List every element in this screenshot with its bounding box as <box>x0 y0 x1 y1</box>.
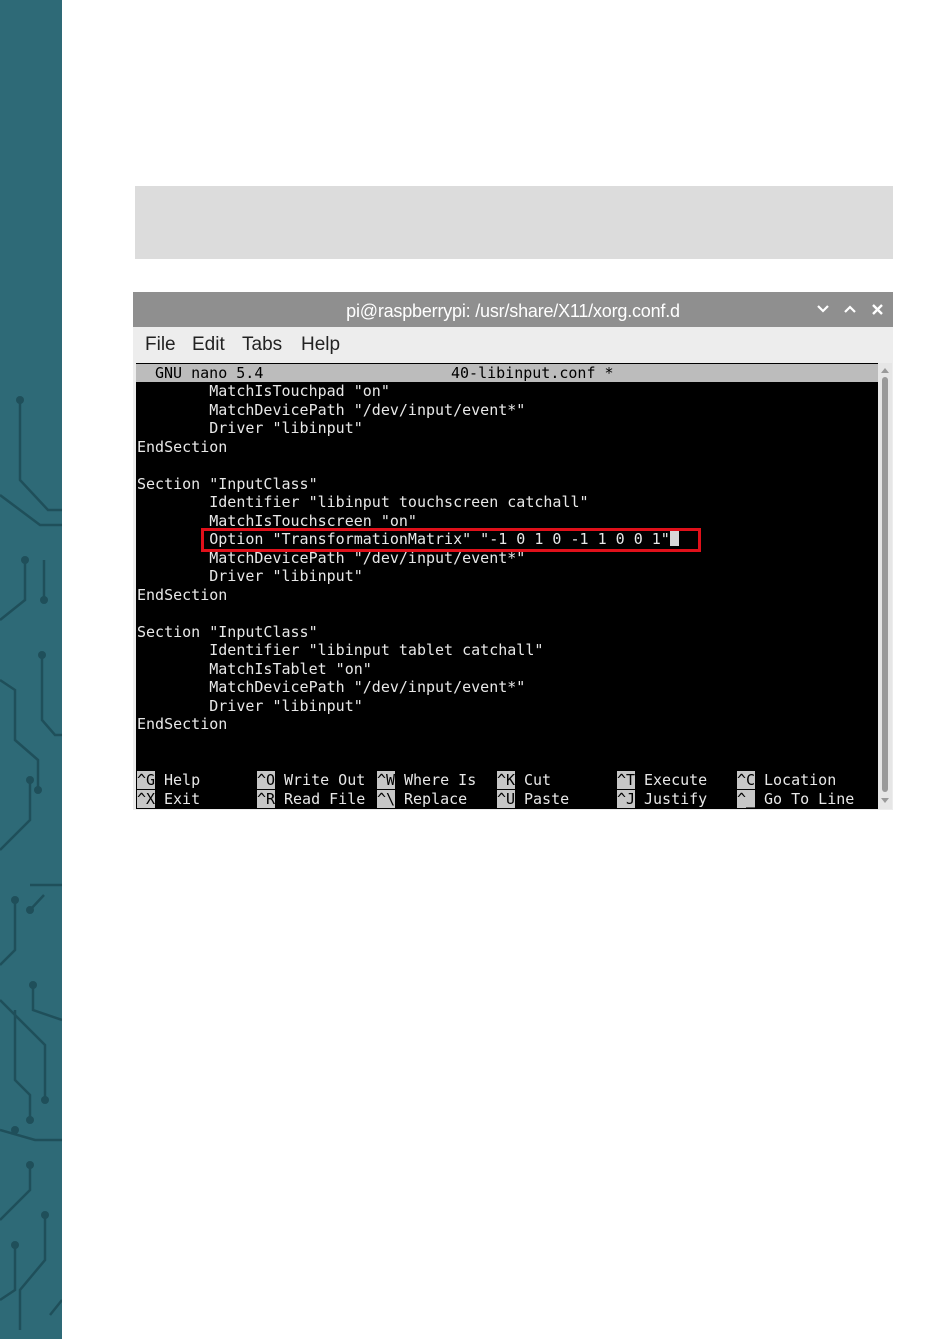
file-line: MatchDevicePath "/dev/input/event*" <box>137 400 526 419</box>
file-line: Driver "libinput" <box>137 567 363 585</box>
file-line: MatchIsTouchpad "on" <box>137 382 390 400</box>
terminal-area[interactable]: GNU nano 5.4 40-libinput.conf * MatchIsT… <box>136 363 878 809</box>
shortcut-paste[interactable]: Paste <box>524 790 569 808</box>
shortcut-key: ^T <box>617 771 636 789</box>
file-line: Driver "libinput" <box>137 696 363 715</box>
maximize-button[interactable] <box>839 297 861 321</box>
shortcut-where-is[interactable]: Where Is <box>404 771 476 789</box>
circuit-pattern <box>0 396 62 1330</box>
close-button[interactable] <box>866 297 888 321</box>
chevron-up-icon <box>844 305 856 313</box>
shortcut-key: ^O <box>257 771 276 789</box>
file-line: EndSection <box>137 585 228 604</box>
shortcut-cut[interactable]: Cut <box>524 771 551 789</box>
decorative-sidebar <box>0 0 62 1339</box>
shortcut-write-out[interactable]: Write Out <box>284 771 365 789</box>
scroll-down-icon[interactable] <box>880 796 890 806</box>
scroll-up-icon[interactable] <box>880 365 890 375</box>
shortcut-key: ^K <box>497 771 516 789</box>
nano-version: GNU nano 5.4 <box>155 364 264 382</box>
scrollbar-thumb[interactable] <box>882 377 888 792</box>
shortcut-key: ^G <box>137 771 156 789</box>
shortcut-key: ^C <box>737 771 756 789</box>
shortcut-read-file[interactable]: Read File <box>284 790 365 808</box>
shortcut-key: ^R <box>257 790 276 808</box>
highlight-annotation-box <box>201 528 701 552</box>
menu-edit[interactable]: Edit <box>192 333 225 357</box>
menu-help[interactable]: Help <box>301 333 340 357</box>
nano-title-bar: GNU nano 5.4 40-libinput.conf * <box>136 364 878 382</box>
menu-bar: File Edit Tabs Help <box>133 327 893 362</box>
file-line: MatchIsTablet "on" <box>137 659 372 678</box>
vertical-scrollbar[interactable] <box>878 363 892 809</box>
shortcut-replace[interactable]: Replace <box>404 790 467 808</box>
file-line: EndSection <box>137 437 228 456</box>
shortcut-key: ^\ <box>377 790 396 808</box>
file-line: Identifier "libinput tablet catchall" <box>137 641 544 659</box>
blank-code-block <box>135 186 893 259</box>
nano-filename: 40-libinput.conf * <box>451 364 614 382</box>
menu-file[interactable]: File <box>145 333 176 357</box>
shortcut-key: ^X <box>137 790 156 808</box>
shortcut-key: ^U <box>497 790 516 808</box>
shortcut-key: ^J <box>617 790 636 808</box>
file-line: MatchIsTouchscreen "on" <box>137 511 417 530</box>
chevron-down-icon <box>817 305 829 313</box>
file-line: Driver "libinput" <box>137 419 363 437</box>
title-bar[interactable]: pi@raspberrypi: /usr/share/X11/xorg.conf… <box>133 292 893 327</box>
shortcut-justify[interactable]: Justify <box>644 790 707 808</box>
file-line: Section "InputClass" <box>137 622 318 641</box>
shortcut-execute[interactable]: Execute <box>644 771 707 789</box>
shortcut-key: ^W <box>377 771 396 789</box>
shortcut-help[interactable]: Help <box>164 771 200 789</box>
shortcut-location[interactable]: Location <box>764 771 836 789</box>
file-line: Identifier "libinput touchscreen catchal… <box>137 493 589 511</box>
file-line: EndSection <box>137 715 228 733</box>
shortcut-go-to-line[interactable]: Go To Line <box>764 790 854 808</box>
window-title: pi@raspberrypi: /usr/share/X11/xorg.conf… <box>346 301 680 321</box>
file-line: Section "InputClass" <box>137 474 318 493</box>
close-icon <box>871 303 883 315</box>
file-line: MatchDevicePath "/dev/input/event*" <box>137 678 526 696</box>
shortcut-exit[interactable]: Exit <box>164 790 200 808</box>
shortcut-key: ^_ <box>737 790 756 808</box>
minimize-button[interactable] <box>812 297 834 321</box>
menu-tabs[interactable]: Tabs <box>242 333 282 357</box>
